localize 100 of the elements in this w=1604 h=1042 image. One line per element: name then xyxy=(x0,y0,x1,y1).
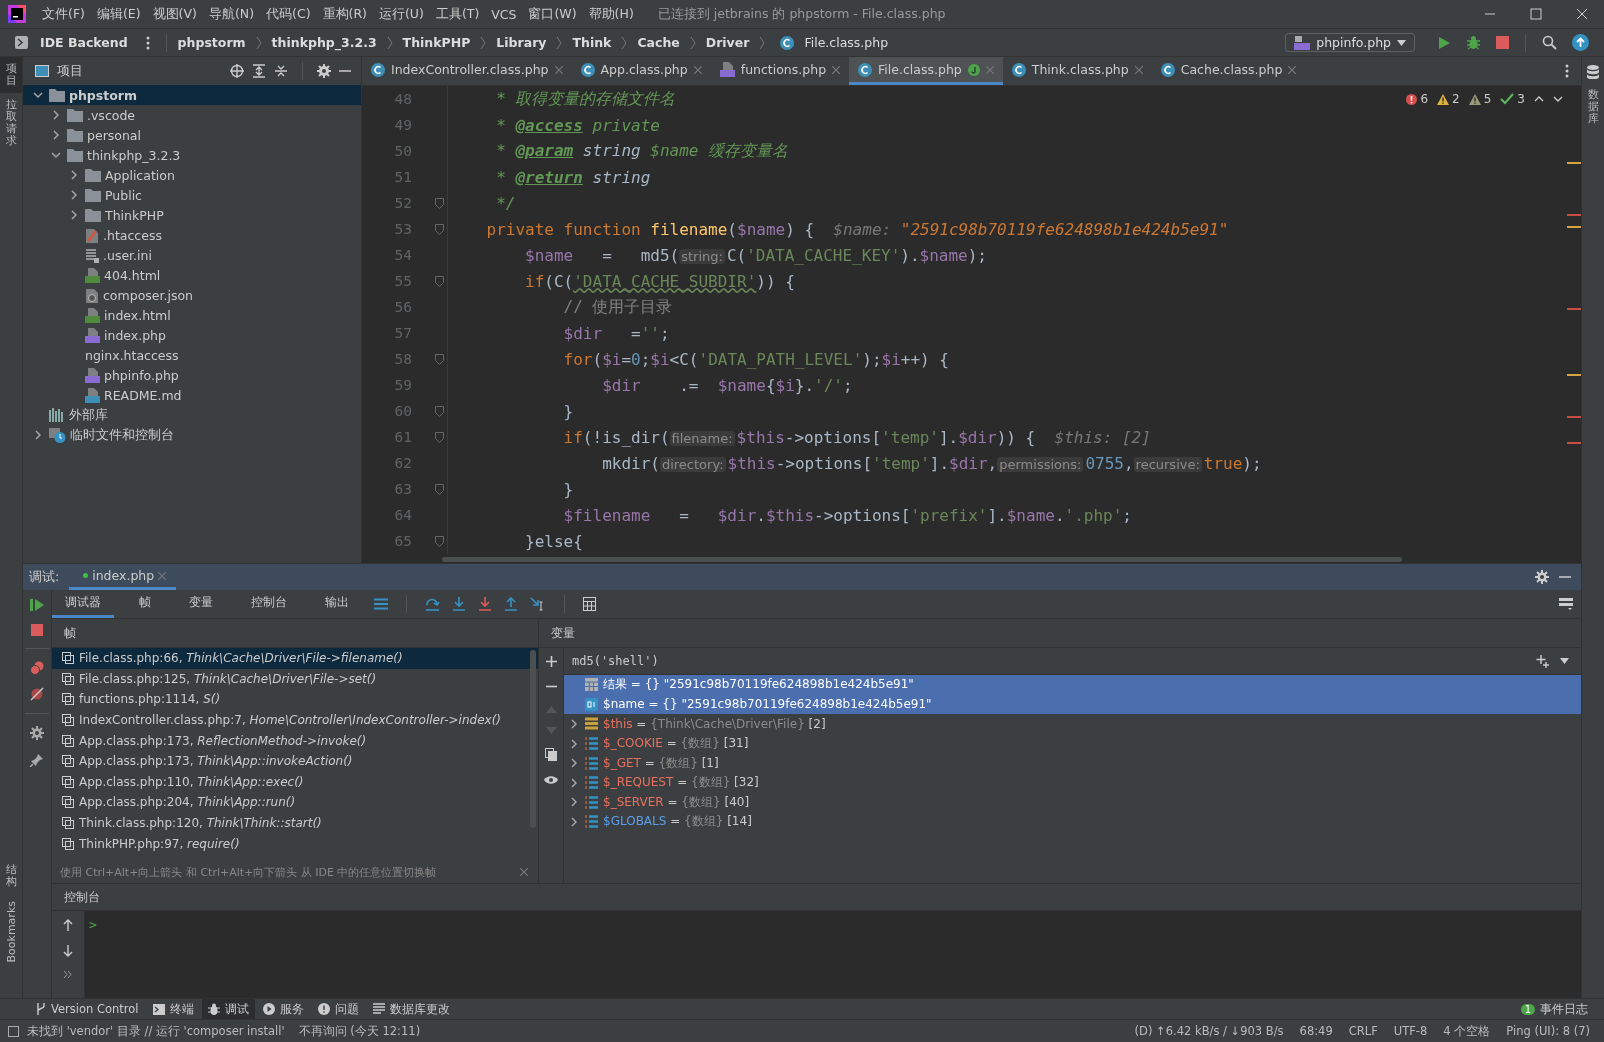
status-item[interactable]: CRLF xyxy=(1344,1024,1382,1038)
tree-item[interactable]: .vscode xyxy=(23,105,361,125)
more-icon[interactable] xyxy=(1565,64,1569,78)
frame-item[interactable]: ThinkPHP.php:97, require() xyxy=(52,833,538,854)
menu-item[interactable]: 文件(F) xyxy=(36,5,91,23)
add-watch-icon[interactable] xyxy=(1536,654,1550,668)
session-tab[interactable]: index.php xyxy=(69,564,177,590)
frame-item[interactable]: functions.php:1114, S() xyxy=(52,689,538,710)
arrow-up-icon[interactable] xyxy=(63,919,73,931)
tree-item[interactable]: nginx.htaccess xyxy=(23,345,361,365)
chevron-right-icon[interactable] xyxy=(51,130,61,140)
variable-row[interactable]: $_REQUEST = {数组} [32] xyxy=(564,772,1581,793)
status-item[interactable]: UTF-8 xyxy=(1389,1024,1432,1038)
caret-icon[interactable] xyxy=(1560,658,1569,664)
breadcrumb[interactable]: File.class.php xyxy=(804,35,889,50)
event-log-button[interactable]: 1 事件日志 xyxy=(1514,999,1594,1019)
tree-item[interactable]: phpinfo.php xyxy=(23,365,361,385)
fold-marker-icon[interactable] xyxy=(435,405,444,417)
debugger-tab[interactable]: 变量 xyxy=(176,590,226,618)
breadcrumb[interactable]: Library xyxy=(496,35,547,50)
watch-expression[interactable]: md5('shell') xyxy=(572,654,659,668)
inspection-count[interactable]: 5 xyxy=(1468,92,1492,106)
variable-row[interactable]: 结果 = {} "2591c98b70119fe624898b1e424b5e91" xyxy=(564,675,1581,695)
tool-window-tab[interactable]: 服务 xyxy=(256,999,310,1019)
chevron-right-icon[interactable] xyxy=(69,190,79,200)
bug-icon[interactable] xyxy=(1466,35,1481,50)
variable-row[interactable]: $GLOBALS = {数组} [14] xyxy=(564,812,1581,832)
chevron-right-icon[interactable] xyxy=(570,738,578,749)
inspection-count[interactable]: 6 xyxy=(1406,92,1429,106)
variable-row[interactable]: $_SERVER = {数组} [40] xyxy=(564,792,1581,813)
more-icon[interactable] xyxy=(145,35,150,50)
layout-icon[interactable] xyxy=(1559,598,1573,610)
menu-item[interactable]: 代码(C) xyxy=(260,5,317,23)
tree-item[interactable]: .user.ini xyxy=(23,245,361,265)
search-icon[interactable] xyxy=(1542,35,1557,50)
debugger-tab[interactable]: 调试器 xyxy=(52,590,114,618)
fold-marker-icon[interactable] xyxy=(435,353,444,365)
tree-item[interactable]: Public xyxy=(23,185,361,205)
expand-all-icon[interactable] xyxy=(252,64,266,78)
fold-marker-icon[interactable] xyxy=(435,431,444,443)
status-item[interactable]: 68:49 xyxy=(1295,1024,1337,1038)
tool-window-tab[interactable]: 数据库更改 xyxy=(366,999,456,1019)
frame-item[interactable]: App.class.php:173, ReflectionMethod->invoke() xyxy=(52,730,538,751)
chevron-right-icon[interactable] xyxy=(69,170,79,180)
tree-item[interactable]: Application xyxy=(23,165,361,185)
tree-item[interactable]: .htaccess xyxy=(23,225,361,245)
chevron-right-icon[interactable] xyxy=(570,777,578,788)
tree-item[interactable]: index.php xyxy=(23,325,361,345)
menu-item[interactable]: 运行(U) xyxy=(372,5,430,23)
chevron-right-icon[interactable] xyxy=(51,110,61,120)
frame-item[interactable]: File.class.php:66, Think\Cache\Driver\File->filename() xyxy=(52,648,538,669)
eye-icon[interactable] xyxy=(544,775,558,787)
panel-title[interactable]: 项目 xyxy=(57,62,83,80)
fold-marker-icon[interactable] xyxy=(435,483,444,495)
console-input[interactable]: > xyxy=(85,911,1581,998)
backend-label[interactable]: IDE Backend xyxy=(40,35,128,50)
breadcrumb[interactable]: Driver xyxy=(705,35,750,50)
status-item[interactable]: 4 个空格 xyxy=(1439,1023,1495,1039)
frame-item[interactable]: App.class.php:204, Think\App::run() xyxy=(52,792,538,813)
arrow-down-icon[interactable] xyxy=(63,945,73,957)
frame-item[interactable]: App.class.php:110, Think\App::exec() xyxy=(52,771,538,793)
status-item[interactable]: (D) ↑6.42 kB/s / ↓903 B/s xyxy=(1130,1024,1288,1038)
expand-icon[interactable] xyxy=(64,971,72,978)
tree-item[interactable]: 临时文件和控制台 xyxy=(23,425,361,445)
tree-item[interactable]: personal xyxy=(23,125,361,145)
chevron-right-icon[interactable] xyxy=(570,816,578,827)
square-icon[interactable] xyxy=(8,1025,19,1037)
menu-item[interactable]: 工具(T) xyxy=(429,5,486,23)
pin-icon[interactable] xyxy=(30,753,44,767)
settings-icon[interactable] xyxy=(317,64,331,78)
add-icon[interactable] xyxy=(545,656,557,667)
chevron-up-icon[interactable] xyxy=(1534,95,1544,103)
tree-item[interactable]: 404.html xyxy=(23,265,361,285)
variable-row[interactable]: $this = {Think\Cache\Driver\File} [2] xyxy=(564,714,1581,734)
chevron-right-icon[interactable] xyxy=(570,797,578,808)
debugger-tab[interactable]: 输出 xyxy=(312,590,362,618)
chevron-right-icon[interactable] xyxy=(570,758,578,769)
editor-tab[interactable]: Think.class.php xyxy=(1002,57,1152,85)
editor-tab[interactable]: Cache.class.php xyxy=(1151,57,1306,85)
frame-item[interactable]: Think.class.php:120, Think\Think::start() xyxy=(52,812,538,834)
editor-tab[interactable]: IndexController.class.php xyxy=(362,57,572,85)
fold-marker-icon[interactable] xyxy=(435,223,444,235)
breadcrumb[interactable]: thinkphp_3.2.3 xyxy=(271,35,377,50)
menu-item[interactable]: 重构(R) xyxy=(316,5,373,23)
chevron-down-icon[interactable] xyxy=(51,150,61,160)
close-icon[interactable] xyxy=(1576,8,1588,20)
tree-item[interactable]: index.html xyxy=(23,305,361,325)
tree-item[interactable]: phpstorm xyxy=(23,85,361,105)
frame-item[interactable]: File.class.php:125, Think\Cache\Driver\File->set() xyxy=(52,668,538,690)
tool-window-tab[interactable]: 问题 xyxy=(311,999,365,1019)
calculator-icon[interactable] xyxy=(583,597,596,611)
inspection-count[interactable]: 2 xyxy=(1437,92,1460,106)
menu-icon[interactable] xyxy=(374,598,388,610)
tree-item[interactable]: thinkphp_3.2.3 xyxy=(23,145,361,165)
breadcrumb[interactable]: ThinkPHP xyxy=(402,35,471,50)
breadcrumb[interactable]: Think xyxy=(572,35,612,50)
menu-item[interactable]: VCS xyxy=(485,6,523,22)
force-step-into-icon[interactable] xyxy=(478,597,492,611)
breakpoints-icon[interactable] xyxy=(30,661,44,675)
chevron-right-icon[interactable] xyxy=(570,719,578,729)
